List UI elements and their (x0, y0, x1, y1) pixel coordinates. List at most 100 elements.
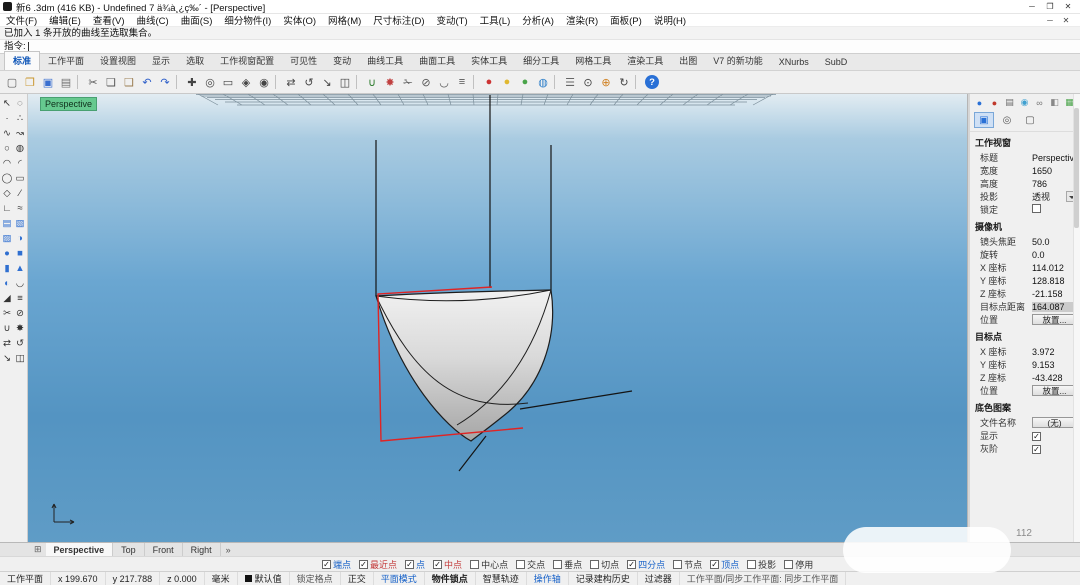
open-file-icon[interactable]: ❐ (21, 73, 39, 91)
move-tool-icon[interactable]: ⇄ (1, 336, 14, 350)
wallpaper-gray-checkbox[interactable]: ✓ (1032, 444, 1041, 454)
ribbon-tab[interactable]: 曲面工具 (411, 52, 463, 70)
viewport-tab[interactable]: Right (183, 543, 221, 556)
mdi-close-button[interactable]: ✕ (1058, 16, 1074, 25)
display-tab-icon[interactable]: ◧ (1049, 97, 1060, 108)
surface-corner-icon[interactable]: ▧ (14, 216, 27, 230)
status-segment[interactable]: z 0.000 (160, 572, 205, 585)
join-icon[interactable]: ∪ (363, 73, 381, 91)
save-icon[interactable]: ▣ (39, 73, 57, 91)
ribbon-tab[interactable]: 网格工具 (567, 52, 619, 70)
ribbon-tab[interactable]: 设置视图 (92, 52, 144, 70)
select-lasso-icon[interactable]: ◌ (14, 96, 27, 110)
viewport-tab[interactable]: Front (145, 543, 183, 556)
points-icon[interactable]: ∴ (14, 111, 27, 125)
chamfer-icon[interactable]: ◢ (1, 291, 14, 305)
ribbon-tab[interactable]: 可见性 (282, 52, 325, 70)
projection-dropdown[interactable]: 透视 (1032, 190, 1077, 203)
mirror-icon[interactable]: ◫ (336, 73, 354, 91)
menu-item[interactable]: 工具(L) (474, 13, 517, 27)
camera-properties-icon[interactable]: ◎ (997, 112, 1017, 128)
osnap-toggle[interactable]: 垂点 (553, 558, 582, 571)
minimize-button[interactable]: ─ (1023, 2, 1041, 11)
mirror-tool-icon[interactable]: ◫ (14, 351, 27, 365)
zoom-extents-icon[interactable]: ◈ (237, 73, 255, 91)
globe-icon[interactable]: ◍ (534, 73, 552, 91)
layers-icon[interactable]: ☰ (561, 73, 579, 91)
zoom-dynamic-icon[interactable]: ◎ (201, 73, 219, 91)
focal-value[interactable]: 50.0 (1032, 237, 1077, 247)
status-segment[interactable]: 默认值 (238, 572, 290, 585)
viewport-properties-icon[interactable]: ▣ (974, 112, 994, 128)
print-icon[interactable]: ▤ (57, 73, 75, 91)
fillet-icon[interactable]: ◡ (435, 73, 453, 91)
ribbon-tab[interactable]: 工作视窗配置 (212, 52, 282, 70)
curve-icon[interactable]: ∿ (1, 126, 14, 140)
undo-icon[interactable]: ↶ (138, 73, 156, 91)
status-segment[interactable]: y 217.788 (106, 572, 161, 585)
boolean-icon[interactable]: ◐ (1, 276, 14, 290)
status-segment[interactable]: 平面模式 (374, 572, 425, 585)
mdi-minimize-button[interactable]: ─ (1042, 16, 1058, 25)
menu-item[interactable]: 文件(F) (0, 13, 43, 27)
ribbon-tab[interactable]: SubD (817, 55, 856, 70)
properties-tab-icon[interactable]: ● (974, 97, 985, 108)
trim-tool-icon[interactable]: ✂ (1, 306, 14, 320)
close-button[interactable]: ✕ (1059, 2, 1077, 11)
status-segment[interactable]: 物件锁点 (425, 572, 476, 585)
place-target-button[interactable]: 放置... (1032, 385, 1077, 396)
viewport-title-value[interactable]: Perspective (1032, 153, 1077, 163)
materials-tab-icon[interactable]: ● (989, 97, 1000, 108)
viewport-tab[interactable]: Top (113, 543, 145, 556)
osnap-toggle[interactable]: 中心点 (470, 558, 508, 571)
scrollbar-thumb[interactable] (1074, 108, 1079, 228)
menu-item[interactable]: 说明(H) (648, 13, 692, 27)
trim-icon[interactable]: ✁ (399, 73, 417, 91)
split-tool-icon[interactable]: ⊘ (14, 306, 27, 320)
paste-icon[interactable]: ❑ (120, 73, 138, 91)
ribbon-tab[interactable]: 工作平面 (40, 52, 92, 70)
target-z-value[interactable]: -43.428 (1032, 373, 1077, 383)
helix-icon[interactable]: ≈ (14, 201, 27, 215)
wallpaper-show-checkbox[interactable]: ✓ (1032, 431, 1041, 441)
status-segment[interactable]: 锁定格点 (290, 572, 341, 585)
ribbon-tab[interactable]: 出图 (671, 52, 705, 70)
viewport-width-value[interactable]: 1650 (1032, 166, 1077, 176)
status-segment[interactable]: 智慧轨迹 (476, 572, 527, 585)
status-segment[interactable]: 操作轴 (527, 572, 569, 585)
help-icon[interactable]: ? (645, 75, 659, 89)
osnap-toggle[interactable]: 投影 (747, 558, 776, 571)
rectangle-icon[interactable]: ▭ (14, 171, 27, 185)
osnap-toggle[interactable]: ✓ 点 (405, 558, 425, 571)
surface-icon[interactable]: ▤ (1, 216, 14, 230)
shaded-yellow-sphere-icon[interactable]: ● (498, 73, 516, 91)
point-icon[interactable]: ∙ (1, 111, 14, 125)
ellipse-icon[interactable]: ◯ (1, 171, 14, 185)
osnap-toggle[interactable]: ✓ 最近点 (359, 558, 397, 571)
ribbon-tab[interactable]: 变动 (325, 52, 359, 70)
zoom-window-icon[interactable]: ▭ (219, 73, 237, 91)
arc-icon[interactable]: ◠ (1, 156, 14, 170)
status-segment[interactable]: 工作平面 (0, 572, 52, 585)
menu-item[interactable]: 编辑(E) (43, 13, 87, 27)
layers-tab-icon[interactable]: ▤ (1004, 97, 1015, 108)
place-camera-button[interactable]: 放置... (1032, 314, 1077, 325)
links-tab-icon[interactable]: ∞ (1034, 97, 1045, 108)
viewport-title-label[interactable]: Perspective (40, 97, 98, 111)
osnap-toggle[interactable]: ✓ 顶点 (710, 558, 739, 571)
target-distance-value[interactable]: 164.087 (1032, 301, 1077, 312)
menu-item[interactable]: 渲染(R) (560, 13, 604, 27)
redo-icon[interactable]: ↷ (156, 73, 174, 91)
menu-item[interactable]: 面板(P) (604, 13, 648, 27)
pane-layout-icon[interactable]: ⊞ (30, 543, 46, 556)
explode-tool-icon[interactable]: ✸ (14, 321, 27, 335)
wallpaper-properties-icon[interactable]: ▢ (1020, 112, 1040, 128)
status-segment[interactable]: 记录建构历史 (569, 572, 638, 585)
osnap-toggle[interactable]: 节点 (673, 558, 702, 571)
ribbon-tab[interactable]: XNurbs (771, 55, 817, 70)
sphere-icon[interactable]: ● (1, 246, 14, 260)
menu-item[interactable]: 实体(O) (277, 13, 322, 27)
osnap-toggle[interactable]: ✓ 四分点 (627, 558, 665, 571)
arc-3pt-icon[interactable]: ◜ (14, 156, 27, 170)
status-segment[interactable]: 过滤器 (638, 572, 680, 585)
